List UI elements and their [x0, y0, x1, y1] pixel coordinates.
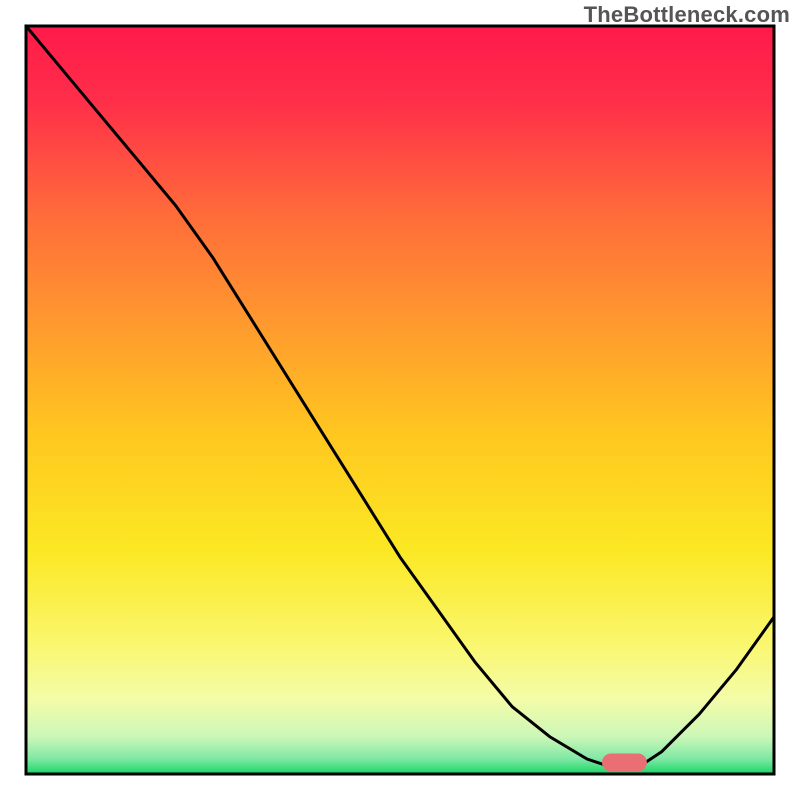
bottleneck-chart — [0, 0, 800, 800]
optimal-marker — [602, 754, 647, 772]
plot-area — [26, 26, 774, 774]
chart-container: TheBottleneck.com — [0, 0, 800, 800]
